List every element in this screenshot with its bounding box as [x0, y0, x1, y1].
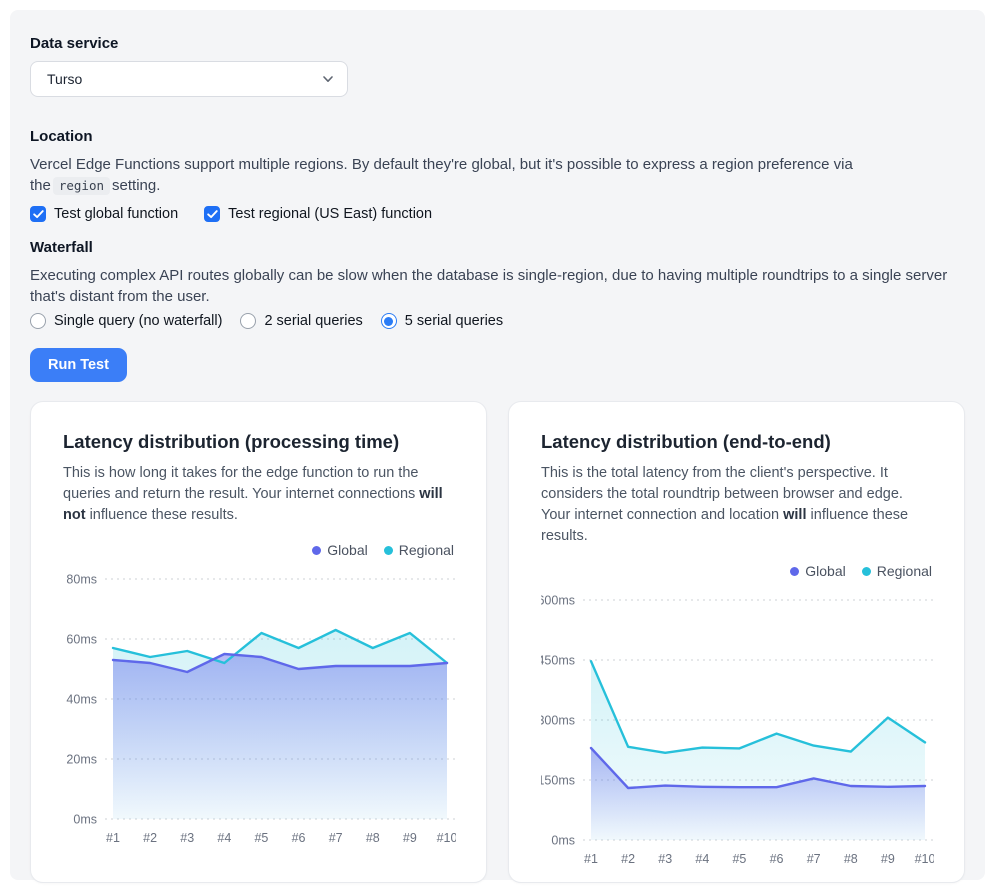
svg-text:#7: #7: [329, 831, 343, 845]
data-service-select[interactable]: Turso: [30, 61, 348, 97]
svg-text:0ms: 0ms: [551, 834, 575, 848]
svg-text:#9: #9: [881, 852, 895, 866]
legend-label: Regional: [399, 542, 454, 558]
svg-text:0ms: 0ms: [73, 813, 97, 827]
checkbox-test-global-function[interactable]: Test global function: [30, 206, 178, 222]
card-description: This is the total latency from the clien…: [541, 463, 932, 547]
waterfall-heading: Waterfall: [30, 238, 965, 257]
radio-2-serial-queries[interactable]: 2 serial queries: [240, 313, 362, 329]
legend-item-global: Global: [790, 563, 845, 579]
radio-icon[interactable]: [240, 313, 256, 329]
radio-5-serial-queries[interactable]: 5 serial queries: [381, 313, 503, 329]
svg-text:#6: #6: [770, 852, 784, 866]
svg-text:600ms: 600ms: [541, 594, 575, 608]
legend-label: Global: [805, 563, 845, 579]
legend-item-regional: Regional: [862, 563, 932, 579]
checkbox-icon[interactable]: [30, 206, 46, 222]
radio-icon[interactable]: [30, 313, 46, 329]
chart-cards-row: Latency distribution (processing time) T…: [30, 401, 965, 883]
end-to-end-card: Latency distribution (end-to-end) This i…: [508, 401, 965, 883]
run-test-button[interactable]: Run Test: [30, 348, 127, 382]
svg-text:#1: #1: [106, 831, 120, 845]
svg-text:#10: #10: [437, 831, 456, 845]
svg-text:#7: #7: [807, 852, 821, 866]
radio-icon[interactable]: [381, 313, 397, 329]
checkbox-icon[interactable]: [204, 206, 220, 222]
svg-text:#5: #5: [254, 831, 268, 845]
chevron-down-icon: [321, 72, 335, 86]
location-heading: Location: [30, 127, 965, 146]
svg-text:#2: #2: [621, 852, 635, 866]
global-series-dot-icon: [312, 546, 321, 555]
checkbox-test-regional-function[interactable]: Test regional (US East) function: [204, 206, 432, 222]
location-description: Vercel Edge Functions support multiple r…: [30, 154, 965, 196]
svg-text:#4: #4: [695, 852, 709, 866]
svg-text:#3: #3: [180, 831, 194, 845]
app-panel: Data service Turso Location Vercel Edge …: [10, 10, 985, 880]
region-code-chip: region: [53, 177, 110, 195]
radio-label: 5 serial queries: [405, 313, 503, 329]
svg-text:#6: #6: [292, 831, 306, 845]
svg-text:#5: #5: [732, 852, 746, 866]
radio-label: 2 serial queries: [264, 313, 362, 329]
checkbox-label: Test regional (US East) function: [228, 206, 432, 222]
radio-single-query[interactable]: Single query (no waterfall): [30, 313, 222, 329]
global-series-dot-icon: [790, 567, 799, 576]
check-icon: [33, 210, 44, 219]
checkbox-label: Test global function: [54, 206, 178, 222]
legend-label: Global: [327, 542, 367, 558]
waterfall-radio-row: Single query (no waterfall) 2 serial que…: [30, 313, 965, 329]
data-service-heading: Data service: [30, 34, 965, 53]
chart-legend: Global Regional: [541, 563, 932, 579]
processing-time-card: Latency distribution (processing time) T…: [30, 401, 487, 883]
svg-text:150ms: 150ms: [541, 774, 575, 788]
radio-label: Single query (no waterfall): [54, 313, 222, 329]
svg-text:40ms: 40ms: [66, 693, 97, 707]
svg-text:#4: #4: [217, 831, 231, 845]
regional-series-dot-icon: [384, 546, 393, 555]
card-title: Latency distribution (processing time): [63, 430, 454, 454]
card-title: Latency distribution (end-to-end): [541, 430, 932, 454]
check-icon: [207, 210, 218, 219]
location-checkbox-row: Test global function Test regional (US E…: [30, 206, 965, 222]
svg-text:20ms: 20ms: [66, 753, 97, 767]
svg-text:300ms: 300ms: [541, 714, 575, 728]
svg-text:80ms: 80ms: [66, 573, 97, 587]
legend-label: Regional: [877, 563, 932, 579]
data-service-selected-value: Turso: [47, 71, 82, 87]
svg-text:#1: #1: [584, 852, 598, 866]
waterfall-description: Executing complex API routes globally ca…: [30, 265, 965, 307]
svg-text:#2: #2: [143, 831, 157, 845]
svg-text:#10: #10: [915, 852, 934, 866]
processing-time-chart: 0ms 20ms 40ms 60ms 80ms #1 #2 #3 #4 #5 #6 #7 #8 #9 #10: [63, 566, 454, 854]
legend-item-regional: Regional: [384, 542, 454, 558]
svg-text:450ms: 450ms: [541, 654, 575, 668]
svg-text:60ms: 60ms: [66, 633, 97, 647]
svg-text:#8: #8: [844, 852, 858, 866]
chart-legend: Global Regional: [63, 542, 454, 558]
end-to-end-chart: 0ms 150ms 300ms 450ms 600ms #1 #2 #3 #4 #5 #6 #7 #8 #…: [541, 587, 932, 875]
legend-item-global: Global: [312, 542, 367, 558]
svg-text:#9: #9: [403, 831, 417, 845]
regional-series-dot-icon: [862, 567, 871, 576]
svg-text:#3: #3: [658, 852, 672, 866]
svg-text:#8: #8: [366, 831, 380, 845]
card-description: This is how long it takes for the edge f…: [63, 463, 454, 526]
